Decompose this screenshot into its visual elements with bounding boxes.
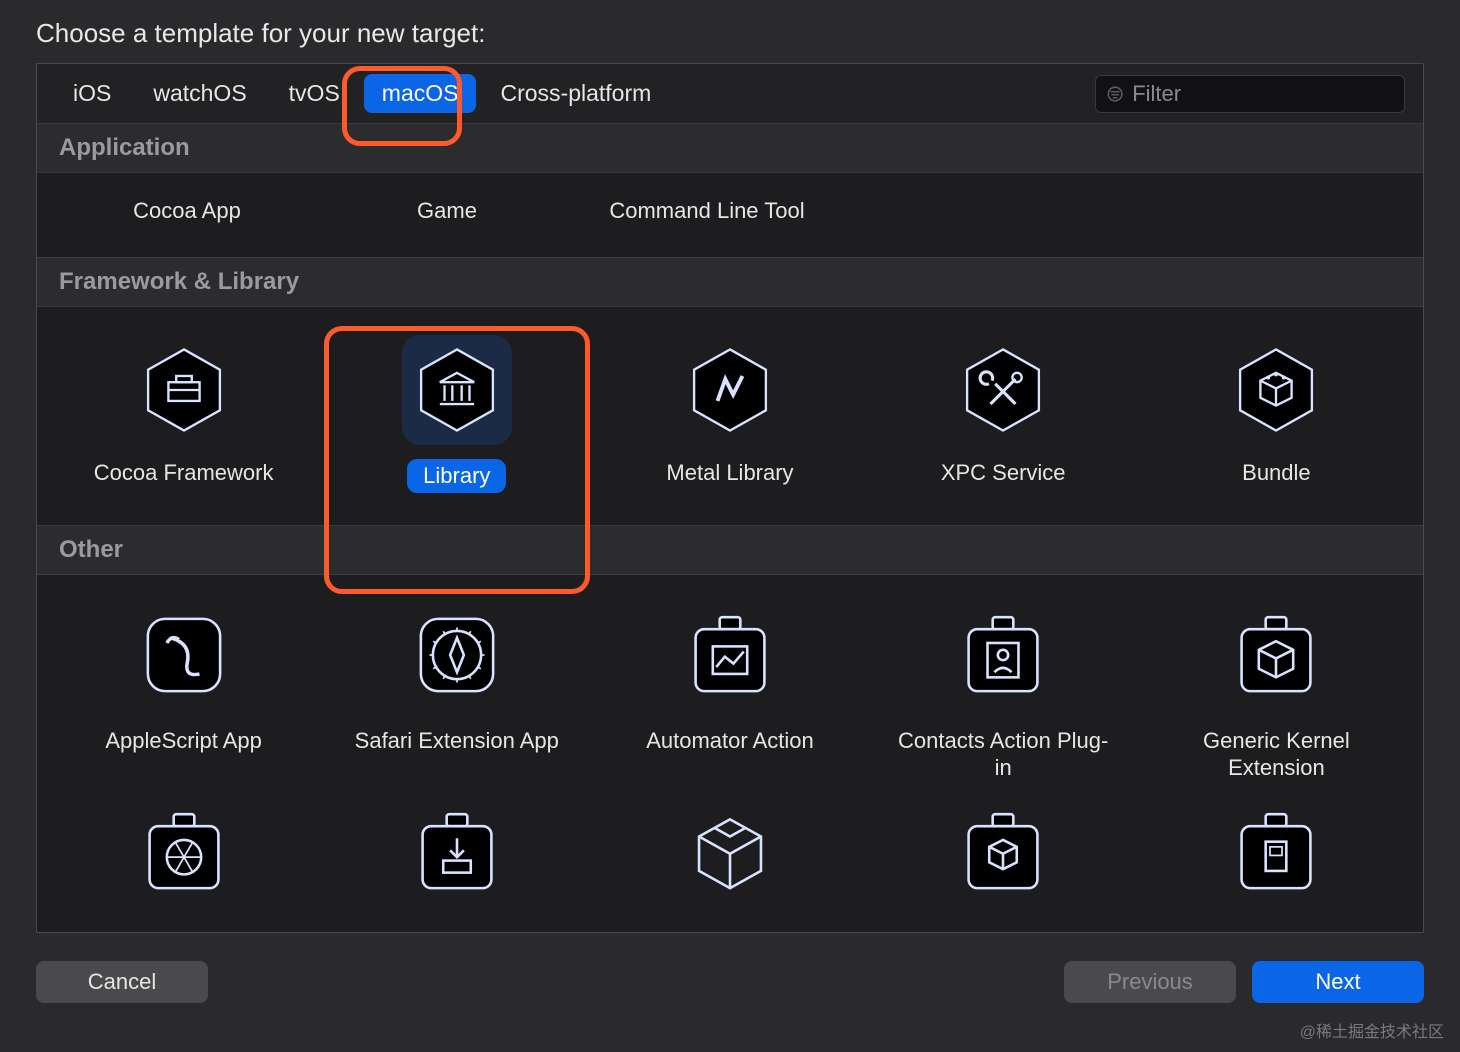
metal-icon [675, 335, 785, 445]
contact-plugin-icon [948, 603, 1058, 713]
template-applescript-app[interactable]: AppleScript App [47, 593, 320, 790]
template-panel: iOSwatchOStvOSmacOSCross-platform Applic… [36, 63, 1424, 933]
cube-icon [1221, 335, 1331, 445]
chart-plugin-icon [675, 603, 785, 713]
template-xpc-service[interactable]: XPC Service [867, 325, 1140, 501]
template-label: Automator Action [646, 727, 814, 755]
compass-icon [402, 603, 512, 713]
template-cli-tool[interactable]: Command Line Tool [577, 191, 837, 233]
template-other-9[interactable] [867, 790, 1140, 932]
previous-button: Previous [1064, 961, 1236, 1003]
tab-watch[interactable]: watchOS [135, 74, 264, 113]
next-button[interactable]: Next [1252, 961, 1424, 1003]
filter-field-wrap[interactable] [1095, 75, 1405, 113]
section-header: Application [37, 124, 1423, 173]
template-other-8[interactable] [593, 790, 866, 932]
section-header: Other [37, 525, 1423, 575]
scroll-icon [129, 603, 239, 713]
library-icon [402, 335, 512, 445]
template-label: Contacts Action Plug-in [893, 727, 1113, 782]
cube2-plugin-icon [948, 800, 1058, 910]
template-cocoa-app[interactable]: Cocoa App [57, 191, 317, 233]
template-label: Command Line Tool [609, 197, 804, 225]
template-metal-library[interactable]: Metal Library [593, 325, 866, 501]
dialog-footer: Cancel Previous Next [36, 961, 1424, 1003]
package-icon [675, 800, 785, 910]
template-label: Game [417, 197, 477, 225]
template-game[interactable]: Game [317, 191, 577, 233]
template-label: XPC Service [941, 459, 1066, 487]
platform-tabbar: iOSwatchOStvOSmacOSCross-platform [37, 64, 1423, 124]
tools-icon [948, 335, 1058, 445]
download-plugin-icon [402, 800, 512, 910]
template-label: Cocoa Framework [94, 459, 274, 487]
cube-plugin-icon [1221, 603, 1331, 713]
section-header: Framework & Library [37, 257, 1423, 307]
template-grid: AppleScript App Safari Extension App Auto… [37, 575, 1423, 933]
template-label: Metal Library [666, 459, 793, 487]
filter-icon [1106, 84, 1124, 104]
template-grid: Cocoa App Game Command Line Tool [37, 173, 1423, 257]
template-cocoa-framework[interactable]: Cocoa Framework [47, 325, 320, 501]
tab-ios[interactable]: iOS [55, 74, 129, 113]
dialog-prompt: Choose a template for your new target: [36, 18, 1424, 49]
template-automator-action[interactable]: Automator Action [593, 593, 866, 790]
template-label: AppleScript App [105, 727, 262, 755]
filter-input[interactable] [1132, 81, 1394, 107]
tab-macos[interactable]: macOS [364, 74, 477, 113]
template-other-7[interactable] [320, 790, 593, 932]
template-label: Bundle [1242, 459, 1311, 487]
cancel-button[interactable]: Cancel [36, 961, 208, 1003]
template-grid: Cocoa Framework Library Metal Library XPC S… [37, 307, 1423, 525]
aperture-plugin-icon [129, 800, 239, 910]
window-plugin-icon [1221, 800, 1331, 910]
tab-tvos[interactable]: tvOS [271, 74, 358, 113]
toolbox-icon [129, 335, 239, 445]
template-label: Safari Extension App [355, 727, 559, 755]
watermark-text: @稀土掘金技术社区 [1300, 1018, 1444, 1042]
template-library[interactable]: Library [320, 325, 593, 501]
template-contacts-plugin[interactable]: Contacts Action Plug-in [867, 593, 1140, 790]
template-other-6[interactable] [47, 790, 320, 932]
template-label: Library [407, 459, 506, 493]
template-bundle[interactable]: Bundle [1140, 325, 1413, 501]
tab-cross[interactable]: Cross-platform [482, 74, 669, 113]
template-kernel-ext[interactable]: Generic Kernel Extension [1140, 593, 1413, 790]
template-scroll[interactable]: Application Cocoa App Game Command Line Too… [37, 124, 1423, 932]
template-label: Generic Kernel Extension [1166, 727, 1386, 782]
template-safari-ext-app[interactable]: Safari Extension App [320, 593, 593, 790]
template-other-10[interactable] [1140, 790, 1413, 932]
template-label: Cocoa App [133, 197, 241, 225]
